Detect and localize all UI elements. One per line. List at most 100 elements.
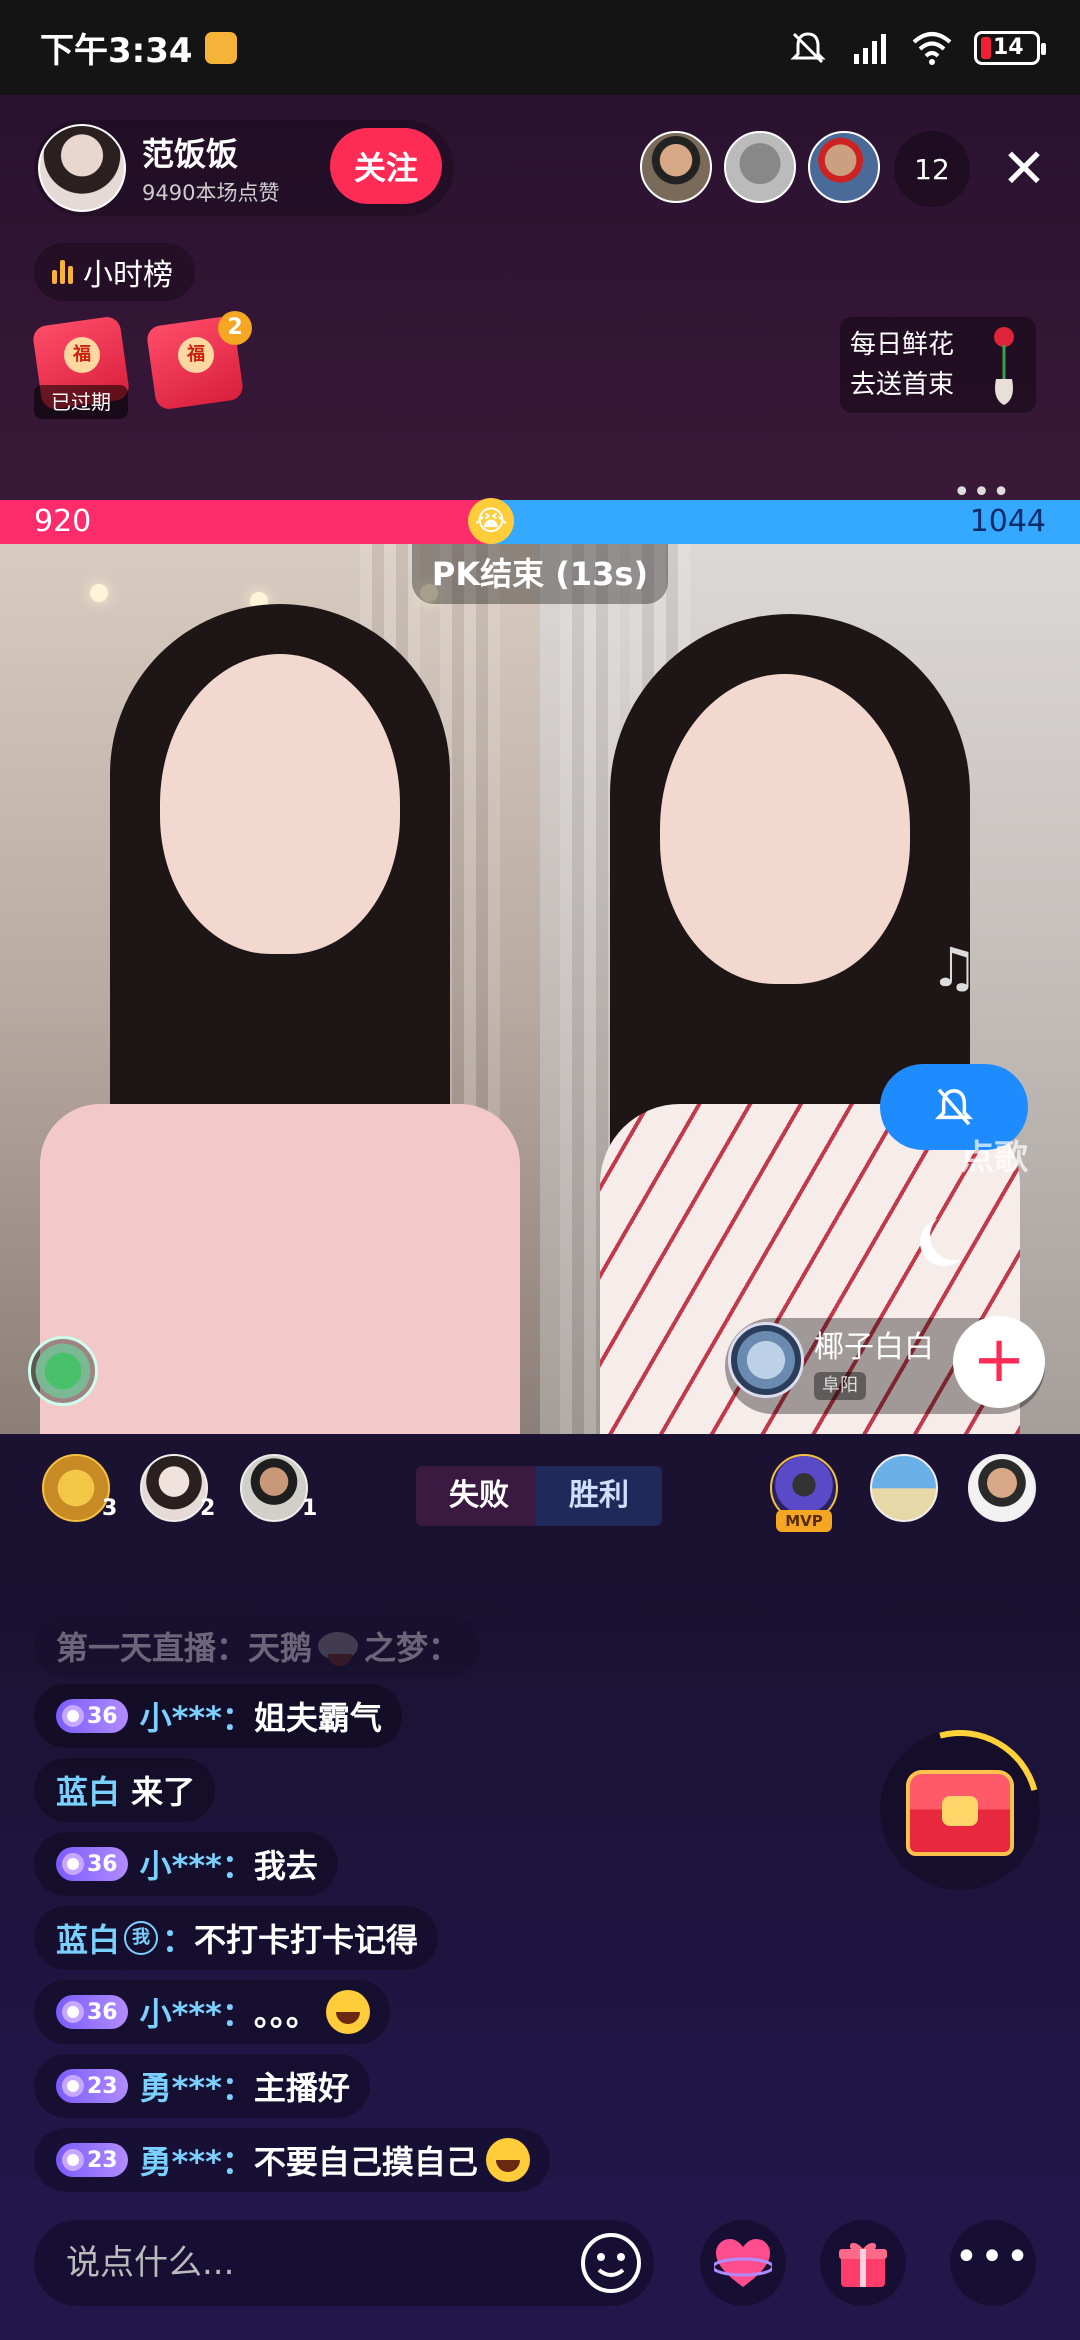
viewer-count[interactable]: 12 [894, 131, 970, 207]
contributor-avatar[interactable] [42, 1454, 110, 1522]
contributor-rank: 1 [302, 1496, 318, 1521]
status-time: 下午3:34 [40, 31, 193, 71]
chat-text: 主播好 [253, 2069, 350, 2107]
chat-username[interactable]: 勇*** [140, 2063, 222, 2109]
battery-level: 14 [993, 34, 1024, 60]
host-name: 范饭饭 [142, 135, 239, 173]
user-level-badge: 36 [56, 1847, 128, 1881]
chat-username[interactable]: 小*** [140, 1989, 222, 2035]
chat-message: 36 小***： 姐夫霸气 [34, 1684, 402, 1748]
chat-username[interactable]: 勇*** [140, 2137, 222, 2183]
opponent-name: 椰子白白 [814, 1330, 934, 1365]
bottom-toolbar: ••• [0, 2194, 1080, 2340]
user-level-badge: 36 [56, 1995, 128, 2029]
contributor-avatar[interactable] [140, 1454, 208, 1522]
rank-bars-icon [52, 260, 73, 284]
mvp-badge: MVP [776, 1510, 832, 1532]
crying-face-icon: 😭 [468, 498, 514, 544]
contributor-avatar[interactable] [240, 1454, 308, 1522]
opponent-location: 阜阳 [814, 1372, 866, 1400]
pk-left-score: 920 [0, 500, 490, 544]
laughing-emoji-icon [325, 1990, 370, 2034]
viewer-avatar[interactable] [640, 131, 712, 203]
pk-status-label: PK结束 (13s) [412, 544, 668, 604]
swan-emoji-icon [318, 1632, 359, 1666]
self-tag: 我 [124, 1921, 159, 1955]
hourly-rank-label: 小时榜 [83, 258, 173, 293]
viewer-avatar[interactable] [724, 131, 796, 203]
more-button[interactable]: ••• [950, 2220, 1036, 2306]
laughing-emoji-icon [485, 2138, 530, 2182]
emoji-button[interactable] [570, 2222, 652, 2304]
chat-message: 蓝白 来了 [34, 1758, 216, 1822]
chat-message: 23 勇***： 不要自己摸自己 [34, 2128, 550, 2192]
smiley-icon [581, 2233, 641, 2293]
like-button[interactable] [700, 2220, 786, 2306]
wifi-icon [912, 31, 952, 65]
chat-message: 36 小***： 我去 [34, 1832, 338, 1896]
contributor-avatar[interactable] [870, 1454, 938, 1522]
status-icons: 14 [788, 30, 1046, 66]
contributor-rank: 3 [102, 1496, 118, 1521]
chat-text: 之梦： [364, 1629, 461, 1667]
pk-score-bar: 920 1044 [0, 500, 1080, 544]
signal-icon [854, 33, 886, 64]
host-likes: 9490本场点赞 [142, 181, 280, 205]
host-avatar[interactable] [38, 124, 126, 212]
chat-text: 我去 [253, 1847, 318, 1885]
pk-right-score: 1044 [490, 500, 1080, 544]
chat-text: 不打卡打卡记得 [194, 1921, 419, 1959]
more-dots-icon: ••• [954, 2234, 1032, 2280]
chat-text: 来了 [131, 1773, 196, 1811]
moon-icon[interactable] [930, 1212, 978, 1260]
mute-notification-icon [790, 31, 826, 63]
follow-button[interactable]: 关注 [330, 128, 442, 204]
contributor-rank: 2 [200, 1496, 216, 1521]
viewer-avatar[interactable] [808, 131, 880, 203]
red-packet-seal-icon: 福 [178, 337, 214, 373]
host-level-badge[interactable] [28, 1336, 98, 1406]
pk-contributors: 3 2 1 失败 胜利 MVP [0, 1434, 1080, 1554]
follow-opponent-button[interactable]: + [953, 1316, 1045, 1408]
red-packet-status: 已过期 [34, 385, 128, 419]
battery-icon: 14 [974, 30, 1046, 65]
notification-app-icon [204, 31, 237, 64]
live-header: 范饭饭 9490本场点赞 关注 12 ✕ 小时榜 福 已过期 福 2 每日鲜花 … [0, 95, 1080, 510]
top-viewers [640, 131, 880, 203]
chat-message: 蓝白 我： 不打卡打卡记得 [34, 1906, 439, 1970]
gift-button[interactable] [820, 2220, 906, 2306]
treasure-chest-button[interactable] [850, 1700, 1070, 1920]
chat-username[interactable]: 小*** [140, 1693, 222, 1739]
status-bar: 下午3:34 14 [0, 0, 1080, 95]
red-packet[interactable]: 福 2 [145, 311, 252, 413]
user-level-badge: 23 [56, 2069, 128, 2103]
chat-text: 。。。 [253, 1995, 318, 2033]
chat-username[interactable]: 蓝白 [56, 1915, 120, 1961]
rose-vase-icon [994, 327, 1014, 405]
user-level-badge: 23 [56, 2143, 128, 2177]
song-request-label[interactable]: 点歌 [960, 1130, 1028, 1179]
close-icon[interactable]: ✕ [994, 139, 1054, 199]
opponent-level-badge [728, 1322, 804, 1398]
music-note-icon[interactable]: ♫ [930, 936, 978, 999]
result-lose-label: 失败 [416, 1466, 542, 1526]
result-win-label: 胜利 [536, 1466, 662, 1526]
comment-input[interactable] [34, 2220, 654, 2306]
hourly-rank-button[interactable]: 小时榜 [34, 243, 195, 301]
red-packet-expired[interactable]: 福 已过期 [31, 315, 131, 419]
red-packet-seal-icon: 福 [64, 337, 100, 373]
opponent-video[interactable] [540, 544, 1080, 1434]
red-packet-count-badge: 2 [218, 311, 252, 345]
chat-message: 36 小***： 。。。 [34, 1980, 390, 2044]
gift-icon [839, 2242, 887, 2287]
chat-text: 第一天直播：天鹅 [56, 1629, 313, 1667]
user-level-badge: 36 [56, 1699, 128, 1733]
daily-flower-card[interactable]: 每日鲜花 去送首束 [840, 317, 1036, 413]
host-video[interactable] [0, 544, 540, 1434]
heart-icon [714, 2239, 772, 2287]
chat-username[interactable]: 小*** [140, 1841, 222, 1887]
chat-username[interactable]: 蓝白 [56, 1767, 120, 1813]
contributor-avatar[interactable] [968, 1454, 1036, 1522]
mute-bell-icon [934, 1088, 974, 1126]
chat-text: 不要自己摸自己 [253, 2143, 478, 2181]
